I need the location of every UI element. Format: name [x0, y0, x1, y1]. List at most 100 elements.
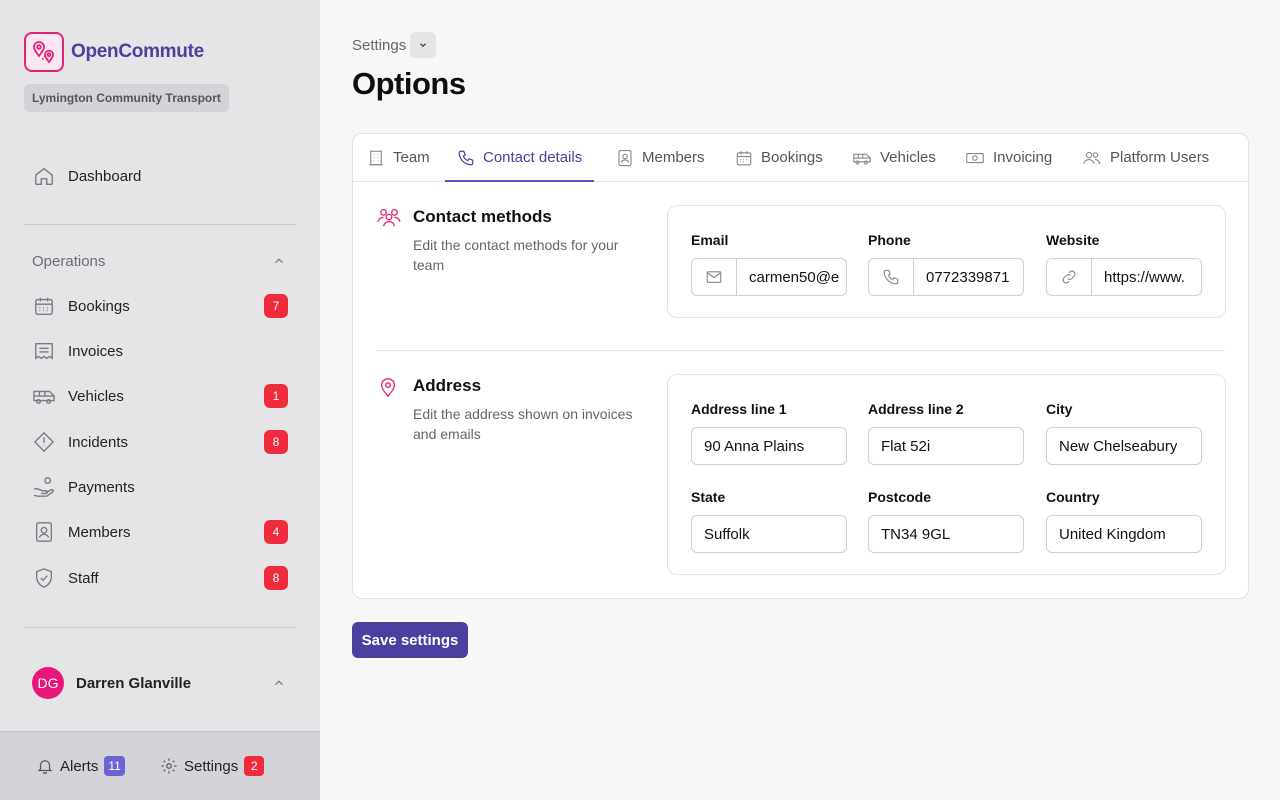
section-title: Contact methods	[413, 207, 552, 226]
input-value: 90 Anna Plains	[704, 437, 805, 455]
sidebar-divider	[24, 627, 296, 628]
input-value: United Kingdom	[1059, 525, 1166, 543]
tab-team[interactable]: Team	[367, 134, 430, 181]
address-line1-field[interactable]: 90 Anna Plains	[691, 427, 847, 465]
user-menu[interactable]: DG Darren Glanville	[32, 667, 288, 699]
count-badge: 4	[264, 520, 288, 544]
hand-coins-icon	[32, 475, 56, 499]
city-group: City New Chelseabury	[1046, 401, 1202, 465]
section-description: Edit the contact methods for your team	[413, 237, 619, 273]
app-name: OpenCommute	[71, 41, 204, 62]
settings-tabs: Team Contact details Members Bookings Ve…	[353, 134, 1248, 182]
sidebar-item-dashboard[interactable]: Dashboard	[24, 156, 296, 196]
home-icon	[32, 164, 56, 188]
operations-group-header[interactable]: Operations	[32, 250, 288, 272]
breadcrumb: Settings	[352, 32, 437, 58]
sidebar-item-payments[interactable]: Payments	[24, 467, 296, 507]
website-field-group: Website https://www.	[1046, 232, 1202, 296]
money-icon	[965, 149, 985, 167]
alerts-button[interactable]: Alerts 11	[36, 756, 125, 776]
tab-label: Contact details	[483, 149, 583, 166]
sidebar-item-members[interactable]: Members 4	[24, 512, 296, 552]
tab-members[interactable]: Members	[616, 134, 705, 181]
field-label: Address line 1	[691, 401, 787, 417]
group-title: Operations	[32, 252, 106, 270]
sidebar-item-label: Incidents	[68, 433, 129, 451]
input-value: New Chelseabury	[1059, 437, 1178, 455]
field-label: Postcode	[868, 489, 932, 505]
section-divider	[377, 350, 1225, 351]
organisation-badge[interactable]: Lymington Community Transport	[24, 84, 229, 112]
address-line1-group: Address line 1 90 Anna Plains	[691, 401, 847, 465]
tab-vehicles[interactable]: Vehicles	[852, 134, 936, 181]
avatar: DG	[32, 667, 64, 699]
phone-field[interactable]: 0772339871	[868, 258, 1024, 296]
field-label: Website	[1046, 232, 1100, 248]
state-field[interactable]: Suffolk	[691, 515, 847, 553]
sidebar-item-label: Payments	[68, 478, 135, 496]
field-label: Address line 2	[868, 401, 964, 417]
count-badge: 7	[264, 294, 288, 318]
city-field[interactable]: New Chelseabury	[1046, 427, 1202, 465]
contact-methods-header: Contact methods Edit the contact methods…	[377, 207, 649, 275]
address-card: Address line 1 90 Anna Plains Address li…	[667, 374, 1226, 575]
users-icon	[1082, 149, 1102, 167]
sidebar-divider	[24, 224, 296, 225]
bus-icon	[32, 384, 56, 408]
map-pin-icon	[377, 376, 401, 444]
map-pins-icon	[24, 32, 64, 72]
sidebar-item-staff[interactable]: Staff 8	[24, 558, 296, 598]
email-field[interactable]: carmen50@e	[691, 258, 847, 296]
settings-count-badge: 2	[244, 756, 265, 776]
breadcrumb-dropdown-button[interactable]	[410, 32, 437, 58]
user-name: Darren Glanville	[76, 674, 192, 692]
sidebar-item-label: Bookings	[68, 297, 130, 315]
postcode-group: Postcode TN34 9GL	[868, 489, 1024, 553]
sidebar: OpenCommute Lymington Community Transpor…	[0, 0, 320, 800]
input-value: carmen50@e	[749, 268, 840, 286]
country-field[interactable]: United Kingdom	[1046, 515, 1202, 553]
sidebar-item-incidents[interactable]: Incidents 8	[24, 422, 296, 462]
alerts-count-badge: 11	[104, 756, 125, 776]
country-group: Country United Kingdom	[1046, 489, 1202, 553]
tab-contact-details[interactable]: Contact details	[445, 134, 595, 182]
postcode-field[interactable]: TN34 9GL	[868, 515, 1024, 553]
breadcrumb-settings[interactable]: Settings	[352, 37, 406, 54]
tab-platform-users[interactable]: Platform Users	[1082, 134, 1209, 181]
input-value: https://www.	[1104, 268, 1185, 286]
phone-icon	[457, 149, 475, 167]
address-header: Address Edit the address shown on invoic…	[377, 376, 649, 444]
contact-methods-card: Email carmen50@e Phone 0772339871 Websit…	[667, 205, 1226, 318]
app-logo[interactable]: OpenCommute	[24, 32, 204, 72]
field-label: Email	[691, 232, 729, 248]
users-icon	[377, 207, 401, 275]
sidebar-item-label: Staff	[68, 569, 99, 587]
website-field[interactable]: https://www.	[1046, 258, 1202, 296]
id-badge-icon	[616, 149, 634, 167]
input-value: Suffolk	[704, 525, 750, 543]
sidebar-item-label: Members	[68, 523, 131, 541]
settings-label: Settings	[184, 757, 239, 775]
tab-label: Vehicles	[880, 149, 936, 166]
sidebar-item-vehicles[interactable]: Vehicles 1	[24, 376, 296, 416]
save-settings-button[interactable]: Save settings	[352, 622, 468, 658]
envelope-icon	[692, 259, 737, 295]
sidebar-item-invoices[interactable]: Invoices	[24, 331, 296, 371]
receipt-icon	[32, 339, 56, 363]
sidebar-item-bookings[interactable]: Bookings 7	[24, 286, 296, 326]
input-value: TN34 9GL	[881, 525, 951, 543]
warning-diamond-icon	[32, 430, 56, 454]
phone-field-group: Phone 0772339871	[868, 232, 1024, 296]
tab-label: Invoicing	[993, 149, 1053, 166]
chevron-up-icon	[272, 254, 286, 268]
tab-invoicing[interactable]: Invoicing	[965, 134, 1052, 181]
address-line2-group: Address line 2 Flat 52i	[868, 401, 1024, 465]
bell-icon	[36, 757, 54, 775]
id-badge-icon	[32, 520, 56, 544]
settings-button[interactable]: Settings 2	[160, 756, 265, 776]
field-label: Phone	[868, 232, 911, 248]
count-badge: 8	[264, 430, 288, 454]
address-line2-field[interactable]: Flat 52i	[868, 427, 1024, 465]
tab-bookings[interactable]: Bookings	[735, 134, 823, 181]
gear-icon	[160, 757, 178, 775]
